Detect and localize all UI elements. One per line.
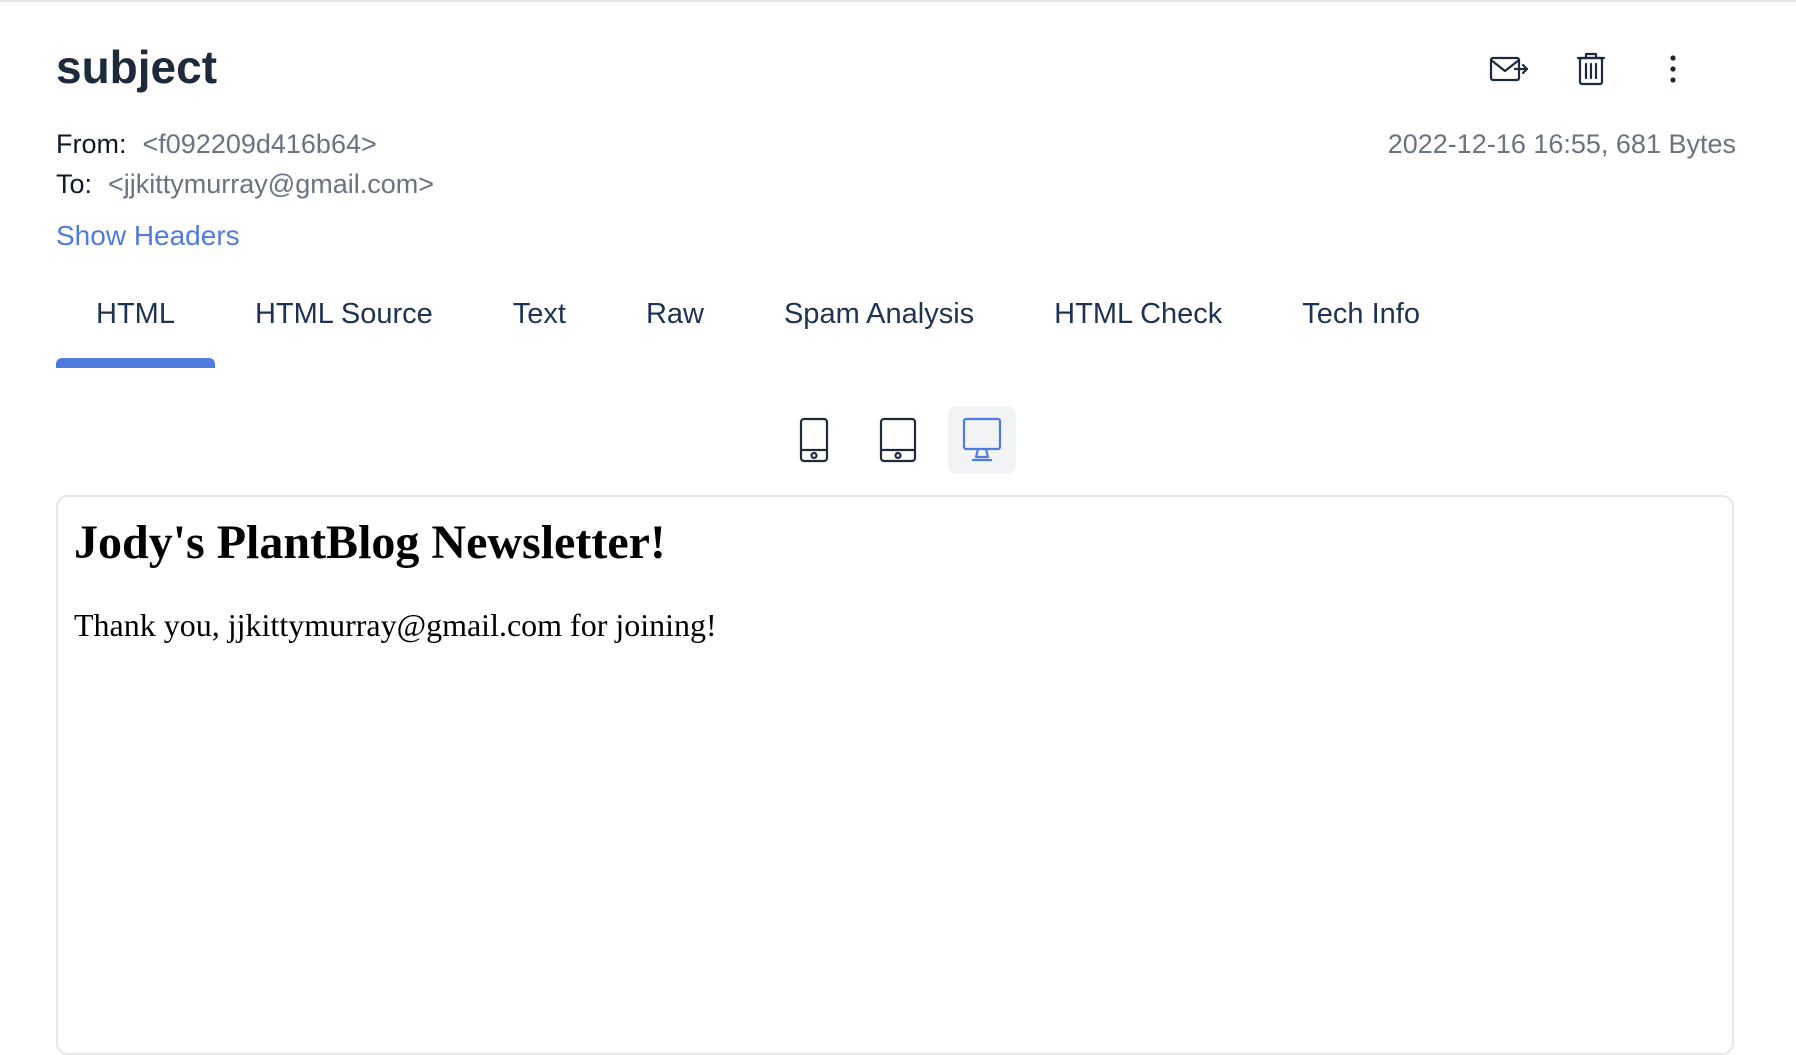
phone-icon <box>799 417 829 463</box>
device-view-switch <box>780 406 1016 474</box>
html-preview-frame: Jody's PlantBlog Newsletter! Thank you, … <box>56 495 1734 1055</box>
message-actions <box>1482 46 1700 92</box>
newsletter-heading: Jody's PlantBlog Newsletter! <box>74 516 666 569</box>
more-options-button[interactable] <box>1646 46 1700 92</box>
from-label: From: <box>56 129 127 159</box>
message-meta: From: <f092209d416b64> To: <jjkittymurra… <box>56 124 434 204</box>
tab-spam-analysis[interactable]: Spam Analysis <box>744 298 1014 368</box>
tab-html-check[interactable]: HTML Check <box>1014 298 1262 368</box>
desktop-icon <box>962 417 1002 462</box>
from-row: From: <f092209d416b64> <box>56 124 434 164</box>
tab-html-source[interactable]: HTML Source <box>215 298 473 368</box>
tab-html[interactable]: HTML <box>56 298 215 368</box>
to-value: <jjkittymurray@gmail.com> <box>108 169 435 199</box>
message-view: subject From: <f092209d416b64> To: <jjki… <box>0 0 1796 1055</box>
show-headers-link[interactable]: Show Headers <box>56 220 240 252</box>
tablet-view-button[interactable] <box>864 406 932 474</box>
desktop-view-button[interactable] <box>948 406 1016 474</box>
forward-mail-icon <box>1489 56 1529 82</box>
forward-button[interactable] <box>1482 46 1536 92</box>
phone-view-button[interactable] <box>780 406 848 474</box>
newsletter-body: Thank you, jjkittymurray@gmail.com for j… <box>74 607 717 643</box>
tab-tech-info[interactable]: Tech Info <box>1262 298 1460 368</box>
tablet-icon <box>879 417 917 463</box>
from-value: <f092209d416b64> <box>142 129 377 159</box>
message-subject: subject <box>56 41 218 93</box>
date-size: 2022-12-16 16:55, 681 Bytes <box>1387 129 1736 159</box>
trash-icon <box>1576 52 1606 86</box>
tab-raw[interactable]: Raw <box>606 298 744 368</box>
view-tabs: HTML HTML Source Text Raw Spam Analysis … <box>56 298 1460 368</box>
delete-button[interactable] <box>1564 46 1618 92</box>
more-vertical-icon <box>1670 55 1676 83</box>
to-row: To: <jjkittymurray@gmail.com> <box>56 164 434 204</box>
tab-text[interactable]: Text <box>473 298 606 368</box>
to-label: To: <box>56 169 93 199</box>
